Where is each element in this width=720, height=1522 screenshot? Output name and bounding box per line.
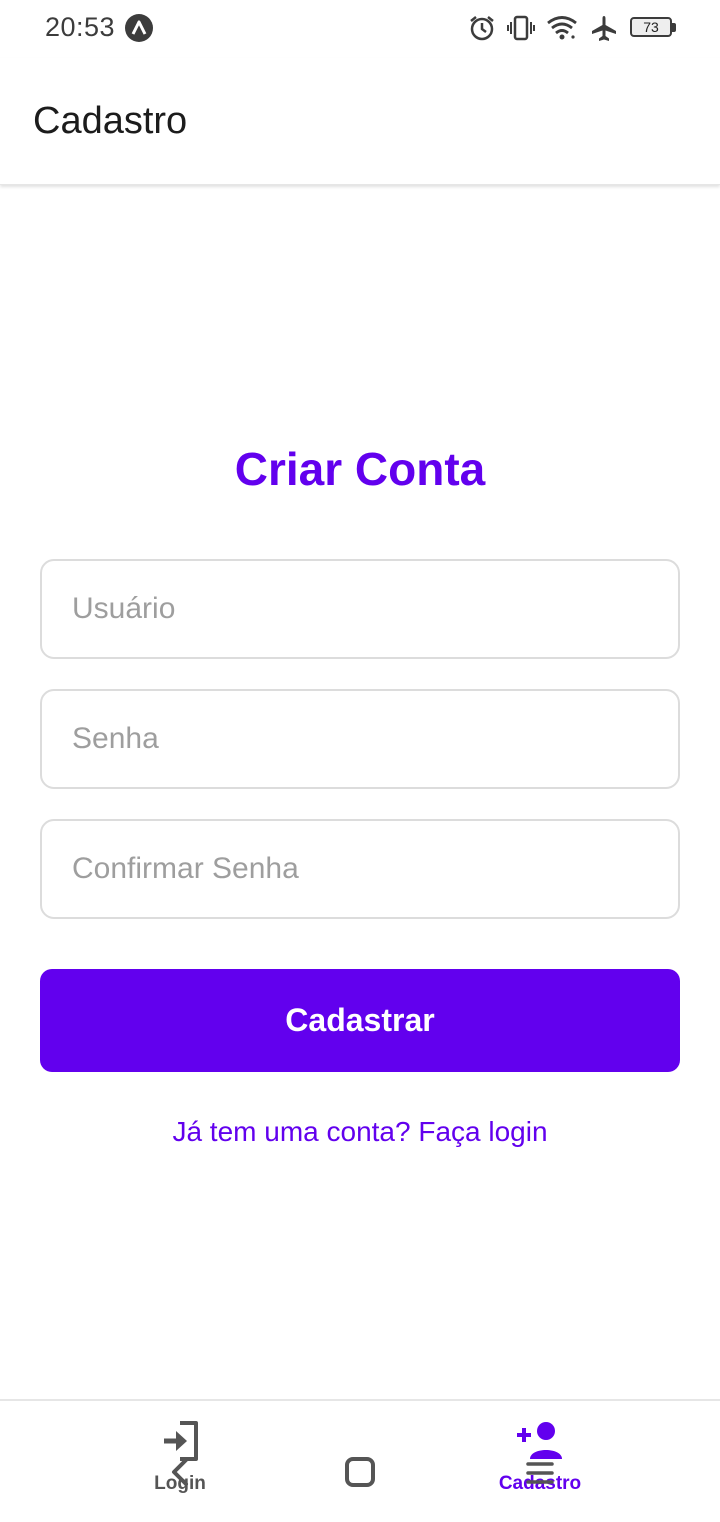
page-title: Cadastro (33, 100, 188, 142)
register-button[interactable]: Cadastrar (40, 969, 680, 1072)
status-bar: 20:53 73 (0, 0, 720, 58)
app-bar: Cadastro (0, 58, 720, 185)
alarm-icon (470, 16, 494, 41)
home-nav-icon[interactable] (345, 1457, 375, 1487)
menu-nav-icon[interactable] (526, 1460, 554, 1486)
status-icons: 73 (468, 12, 676, 44)
status-time: 20:53 (45, 12, 116, 42)
battery-icon: 73 (630, 17, 676, 39)
app-notification-icon (125, 14, 153, 42)
login-link[interactable]: Já tem uma conta? Faça login (0, 1116, 720, 1148)
wifi-icon (547, 16, 577, 40)
person-add-icon (517, 1422, 562, 1459)
form-title: Criar Conta (234, 443, 486, 495)
password-field[interactable] (40, 689, 680, 789)
vibrate-icon (507, 15, 535, 41)
username-input[interactable] (42, 561, 678, 657)
back-nav-icon[interactable] (166, 1457, 194, 1487)
airplane-mode-icon (592, 16, 616, 41)
username-field[interactable] (40, 559, 680, 659)
confirm-password-field[interactable] (40, 819, 680, 919)
battery-level: 73 (643, 19, 659, 35)
confirm-password-input[interactable] (42, 821, 678, 917)
password-input[interactable] (42, 691, 678, 787)
